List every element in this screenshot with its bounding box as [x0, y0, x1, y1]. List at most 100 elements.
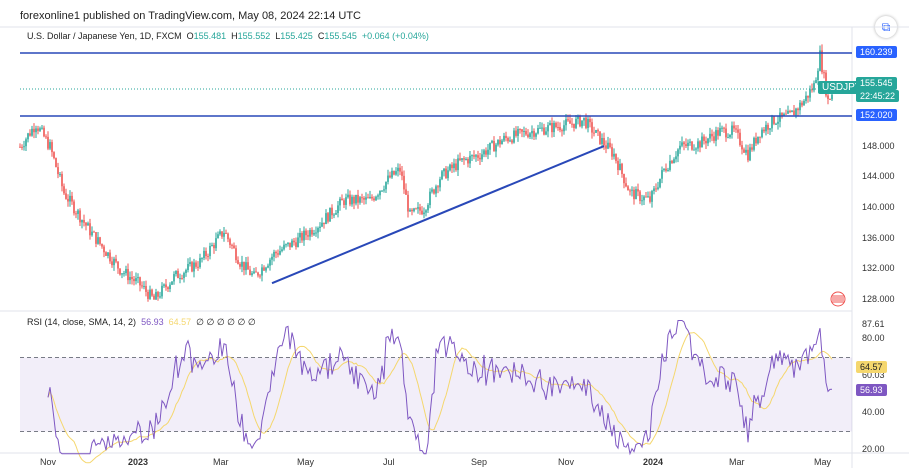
candle-body: [593, 132, 595, 134]
candle-body: [539, 127, 541, 129]
candle-body: [401, 171, 403, 176]
candle-body: [37, 128, 39, 131]
candle-body: [351, 196, 353, 205]
candle-body: [737, 129, 739, 133]
trendline: [271, 145, 605, 285]
candle-body: [311, 229, 313, 235]
candle-body: [811, 89, 813, 91]
price-tick: 128.000: [862, 293, 895, 304]
candle-body: [571, 123, 573, 125]
candle-body: [129, 277, 131, 281]
candle-body: [501, 140, 503, 145]
candle-body: [707, 138, 709, 144]
candle-body: [527, 134, 529, 137]
candle-body: [639, 191, 641, 201]
candle-body: [293, 240, 295, 243]
candle-body: [693, 149, 695, 151]
candle-body: [815, 80, 817, 84]
candle-body: [531, 130, 533, 134]
candle-body: [795, 108, 797, 116]
candle-body: [525, 131, 527, 135]
candle-body: [779, 112, 781, 122]
candle-body: [107, 252, 109, 256]
candle-body: [513, 130, 515, 143]
candle-body: [113, 258, 115, 266]
candle-body: [185, 270, 187, 274]
candle-body: [435, 186, 437, 194]
candle-body: [391, 170, 393, 178]
candle-body: [629, 190, 631, 192]
candle-body: [561, 130, 563, 132]
candle-body: [541, 127, 543, 129]
candle-body: [211, 245, 213, 247]
candle-body: [55, 158, 57, 168]
candle-body: [23, 146, 25, 148]
candle-body: [637, 189, 639, 192]
candle-body: [415, 208, 417, 210]
candle-body: [757, 136, 759, 144]
candle-body: [669, 160, 671, 170]
candle-body: [557, 126, 559, 128]
candle-body: [127, 268, 129, 281]
candle-body: [305, 230, 307, 236]
candle-body: [409, 209, 411, 212]
candle-body: [259, 275, 261, 277]
candle-body: [187, 264, 189, 271]
time-tick: 2023: [128, 457, 149, 467]
candle-body: [791, 110, 793, 113]
candle-body: [137, 277, 139, 279]
candle-body: [369, 196, 371, 199]
candle-body: [641, 200, 643, 202]
candle-body: [117, 261, 119, 269]
candle-body: [139, 277, 141, 286]
candle-body: [297, 237, 299, 247]
candle-body: [475, 155, 477, 157]
candle-body: [813, 83, 815, 91]
candle-body: [437, 186, 439, 188]
candle-body: [717, 130, 719, 136]
candle-body: [817, 70, 819, 81]
candle-body: [759, 136, 761, 138]
candle-body: [367, 197, 369, 199]
candle-body: [745, 149, 747, 153]
time-tick: Mar: [729, 457, 745, 467]
candle-body: [489, 142, 491, 150]
candle-body: [651, 191, 653, 202]
time-tick: May: [297, 457, 315, 467]
candle-body: [677, 149, 679, 157]
candle-body: [447, 170, 449, 179]
candle-body: [655, 188, 657, 190]
candle-body: [433, 189, 435, 194]
candle-body: [327, 213, 329, 222]
candle-body: [273, 251, 275, 257]
candle-body: [511, 140, 513, 143]
candle-body: [261, 267, 263, 276]
chart-canvas[interactable]: [0, 0, 909, 468]
candle-body: [547, 125, 549, 132]
candle-body: [101, 243, 103, 247]
rsi-tick: 80.00: [862, 333, 885, 343]
candle-body: [493, 140, 495, 152]
candle-body: [161, 285, 163, 297]
candle-body: [781, 112, 783, 116]
candle-body: [227, 233, 229, 240]
candle-body: [789, 110, 791, 113]
candle-body: [319, 226, 321, 229]
candle-body: [263, 267, 265, 271]
candle-body: [29, 133, 31, 136]
candle-body: [59, 174, 61, 176]
candle-body: [45, 136, 47, 138]
candle-body: [147, 291, 149, 299]
candle-body: [753, 137, 755, 150]
candle-body: [479, 157, 481, 160]
candle-body: [449, 164, 451, 171]
candle-body: [687, 142, 689, 147]
candle-body: [231, 244, 233, 246]
candle-body: [543, 127, 545, 135]
candle-body: [565, 119, 567, 126]
candle-body: [633, 189, 635, 200]
candle-body: [275, 251, 277, 254]
candle-body: [237, 260, 239, 264]
candle-body: [545, 131, 547, 135]
price-tick: 144.000: [862, 171, 895, 182]
